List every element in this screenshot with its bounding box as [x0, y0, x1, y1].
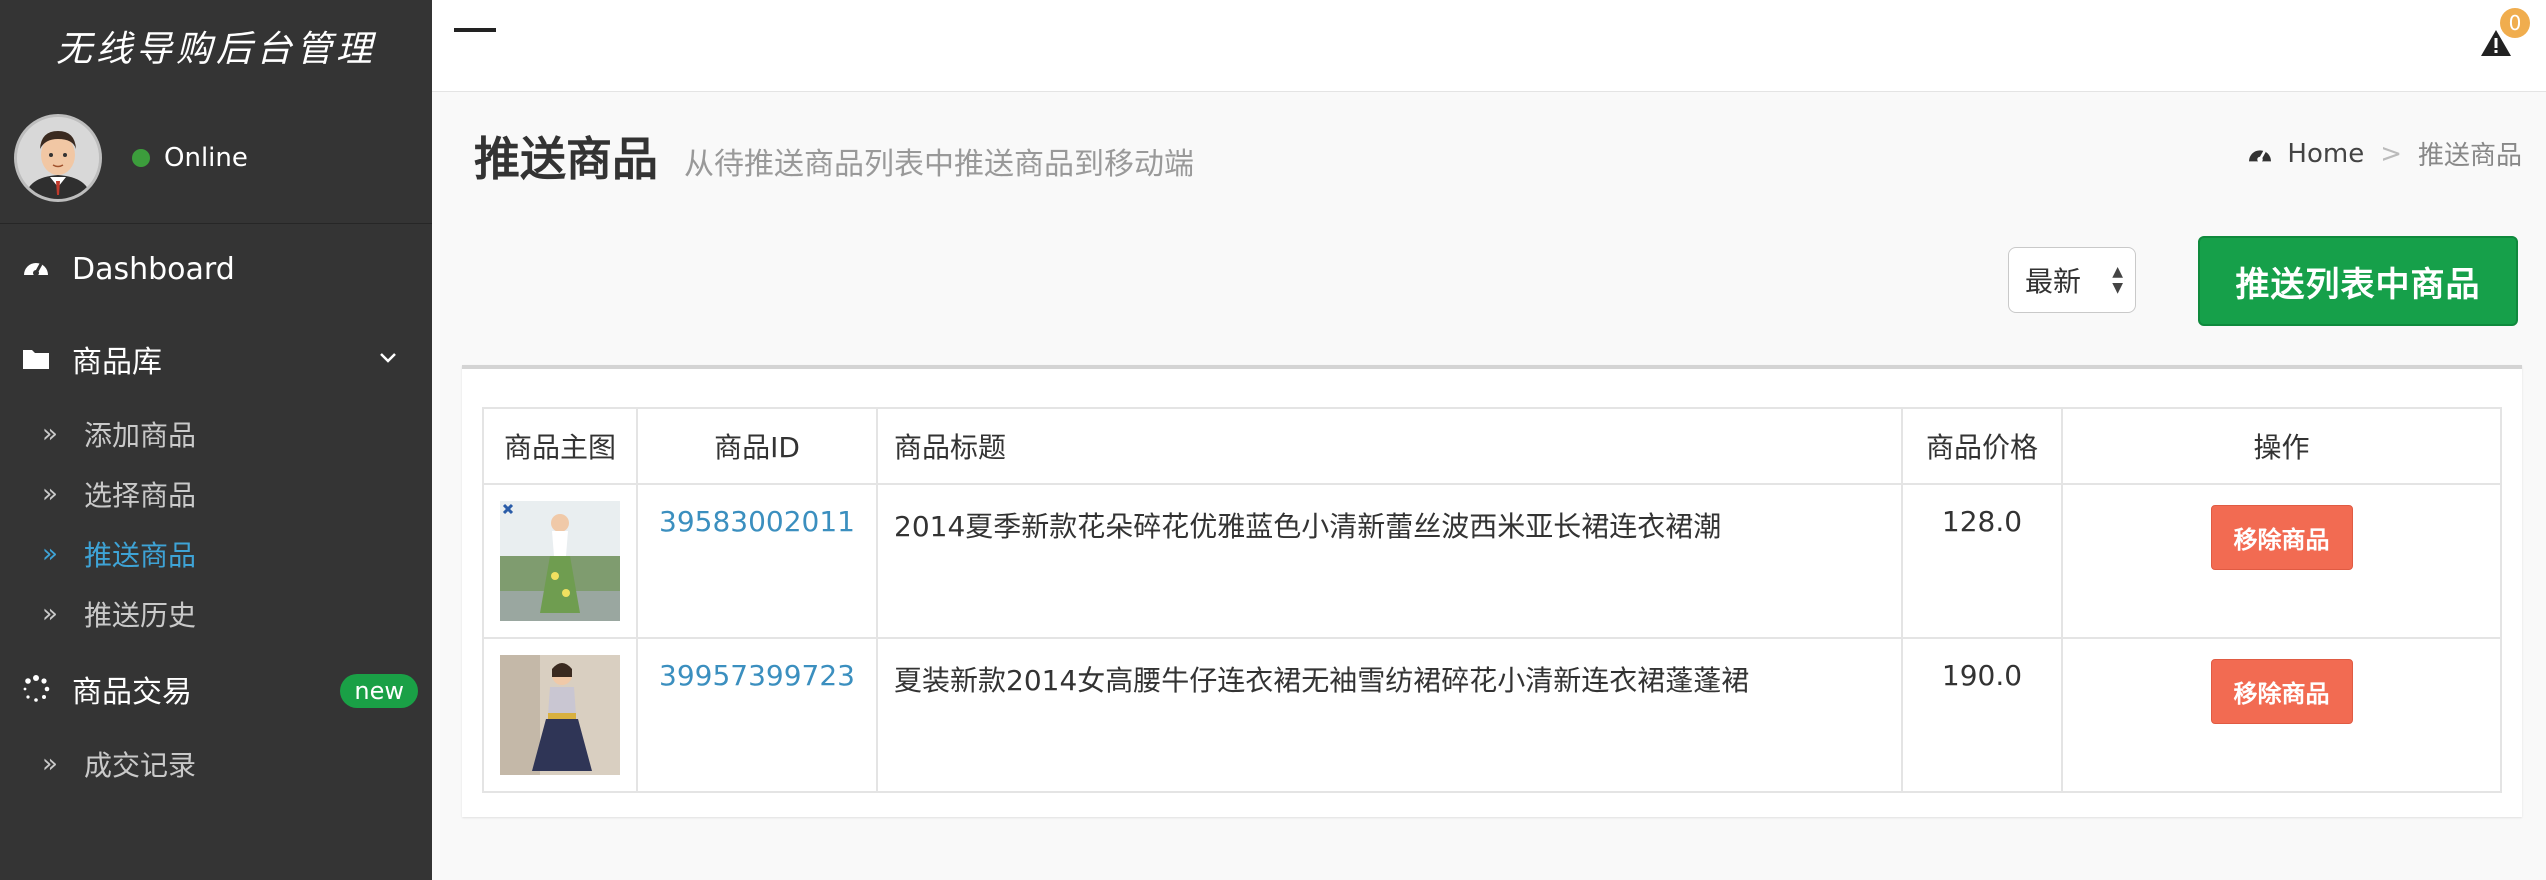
user-status: Online	[132, 143, 248, 173]
breadcrumb-current: 推送商品	[2417, 141, 2522, 171]
breadcrumb: Home > 推送商品	[2247, 135, 2522, 172]
product-id-cell: 39583002011	[636, 483, 878, 639]
product-title-cell: 夏装新款2014女高腰牛仔连衣裙无袖雪纺裙碎花小清新连衣裙蓬蓬裙	[876, 637, 1903, 793]
product-id-link[interactable]: 39583002011	[659, 505, 855, 538]
table-header-row: 商品主图 商品ID 商品标题 商品价格 操作	[482, 407, 2502, 485]
double-chevron-right-icon: »	[42, 749, 58, 779]
column-header-id: 商品ID	[636, 407, 878, 485]
new-badge: new	[340, 674, 418, 708]
remove-product-button[interactable]: 移除商品	[2210, 659, 2353, 724]
sidebar-subitem-label: 推送历史	[84, 599, 197, 632]
user-panel: Online	[0, 92, 432, 224]
spinner-icon	[22, 675, 50, 703]
double-chevron-right-icon: »	[42, 599, 58, 629]
sidebar-toggle-icon[interactable]	[454, 28, 496, 32]
sidebar-item-label: 商品库	[72, 345, 162, 380]
notifications-button[interactable]: 0	[2480, 8, 2530, 60]
product-actions-cell: 移除商品	[2061, 637, 2502, 793]
select-arrows-icon: ▲ ▼	[2112, 264, 2123, 296]
table-row: 39957399723 夏装新款2014女高腰牛仔连衣裙无袖雪纺裙碎花小清新连衣…	[482, 637, 2502, 793]
product-id-link[interactable]: 39957399723	[659, 659, 855, 692]
sidebar-item-label: Dashboard	[72, 251, 235, 287]
brand-title[interactable]: 无线导购后台管理	[0, 0, 432, 92]
breadcrumb-home-link[interactable]: Home	[2287, 139, 2364, 169]
products-table: 商品主图 商品ID 商品标题 商品价格 操作 39583002011 2014夏…	[482, 407, 2502, 793]
sidebar-item-product-trade[interactable]: 商品交易 new	[0, 644, 432, 734]
page-subtitle: 从待推送商品列表中推送商品到移动端	[684, 147, 1194, 182]
breadcrumb-separator: >	[2380, 138, 2402, 169]
dashboard-icon	[2249, 149, 2272, 162]
remove-product-button[interactable]: 移除商品	[2210, 505, 2353, 570]
dashboard-icon	[22, 255, 50, 283]
sidebar-subitem-trade-records[interactable]: » 成交记录	[0, 734, 432, 794]
sidebar-subitem-label: 推送商品	[84, 539, 197, 572]
sidebar-subitem-select-product[interactable]: » 选择商品	[0, 464, 432, 524]
chevron-down-icon[interactable]	[378, 348, 398, 368]
product-image-cell	[482, 483, 638, 639]
sort-select[interactable]: 最新 ▲ ▼	[2008, 247, 2136, 313]
product-id-cell: 39957399723	[636, 637, 878, 793]
product-actions-cell: 移除商品	[2061, 483, 2502, 639]
sort-select-value: 最新	[2025, 265, 2082, 298]
sidebar-subitem-push-product[interactable]: » 推送商品	[0, 524, 432, 584]
product-title-cell: 2014夏季新款花朵碎花优雅蓝色小清新蕾丝波西米亚长裙连衣裙潮	[876, 483, 1903, 639]
product-thumbnail[interactable]	[500, 655, 620, 775]
sidebar-item-label: 商品交易	[72, 675, 192, 710]
sidebar: 无线导购后台管理 Online Dashboard 商品库 » 添加商品 » 选…	[0, 0, 432, 880]
product-price-cell: 128.0	[1901, 483, 2063, 639]
column-header-title: 商品标题	[876, 407, 1903, 485]
online-status-icon	[132, 148, 150, 167]
top-navbar: 0	[432, 0, 2546, 92]
sidebar-subitem-label: 选择商品	[84, 479, 197, 512]
sidebar-item-dashboard[interactable]: Dashboard	[0, 224, 432, 314]
double-chevron-right-icon: »	[42, 539, 58, 569]
main-content: 推送商品 从待推送商品列表中推送商品到移动端 Home > 推送商品 最新 ▲ ▼…	[432, 93, 2546, 880]
sidebar-item-product-library[interactable]: 商品库	[0, 314, 432, 404]
product-thumbnail[interactable]	[500, 501, 620, 621]
avatar[interactable]	[14, 113, 102, 202]
folder-icon	[22, 345, 50, 373]
sidebar-subitem-label: 添加商品	[84, 419, 197, 452]
table-row: 39583002011 2014夏季新款花朵碎花优雅蓝色小清新蕾丝波西米亚长裙连…	[482, 483, 2502, 639]
double-chevron-right-icon: »	[42, 419, 58, 449]
page-title: 推送商品	[474, 132, 658, 186]
sidebar-subitem-add-product[interactable]: » 添加商品	[0, 404, 432, 464]
product-image-cell	[482, 637, 638, 793]
sidebar-subitem-label: 成交记录	[84, 749, 197, 782]
column-header-price: 商品价格	[1901, 407, 2063, 485]
product-price-cell: 190.0	[1901, 637, 2063, 793]
notification-count-badge: 0	[2500, 8, 2530, 38]
user-status-label: Online	[164, 142, 248, 173]
products-box: 商品主图 商品ID 商品标题 商品价格 操作 39583002011 2014夏…	[462, 365, 2522, 817]
push-list-products-button[interactable]: 推送列表中商品	[2198, 236, 2518, 326]
column-header-image: 商品主图	[482, 407, 638, 485]
double-chevron-right-icon: »	[42, 479, 58, 509]
sidebar-subitem-push-history[interactable]: » 推送历史	[0, 584, 432, 644]
column-header-actions: 操作	[2061, 407, 2502, 485]
